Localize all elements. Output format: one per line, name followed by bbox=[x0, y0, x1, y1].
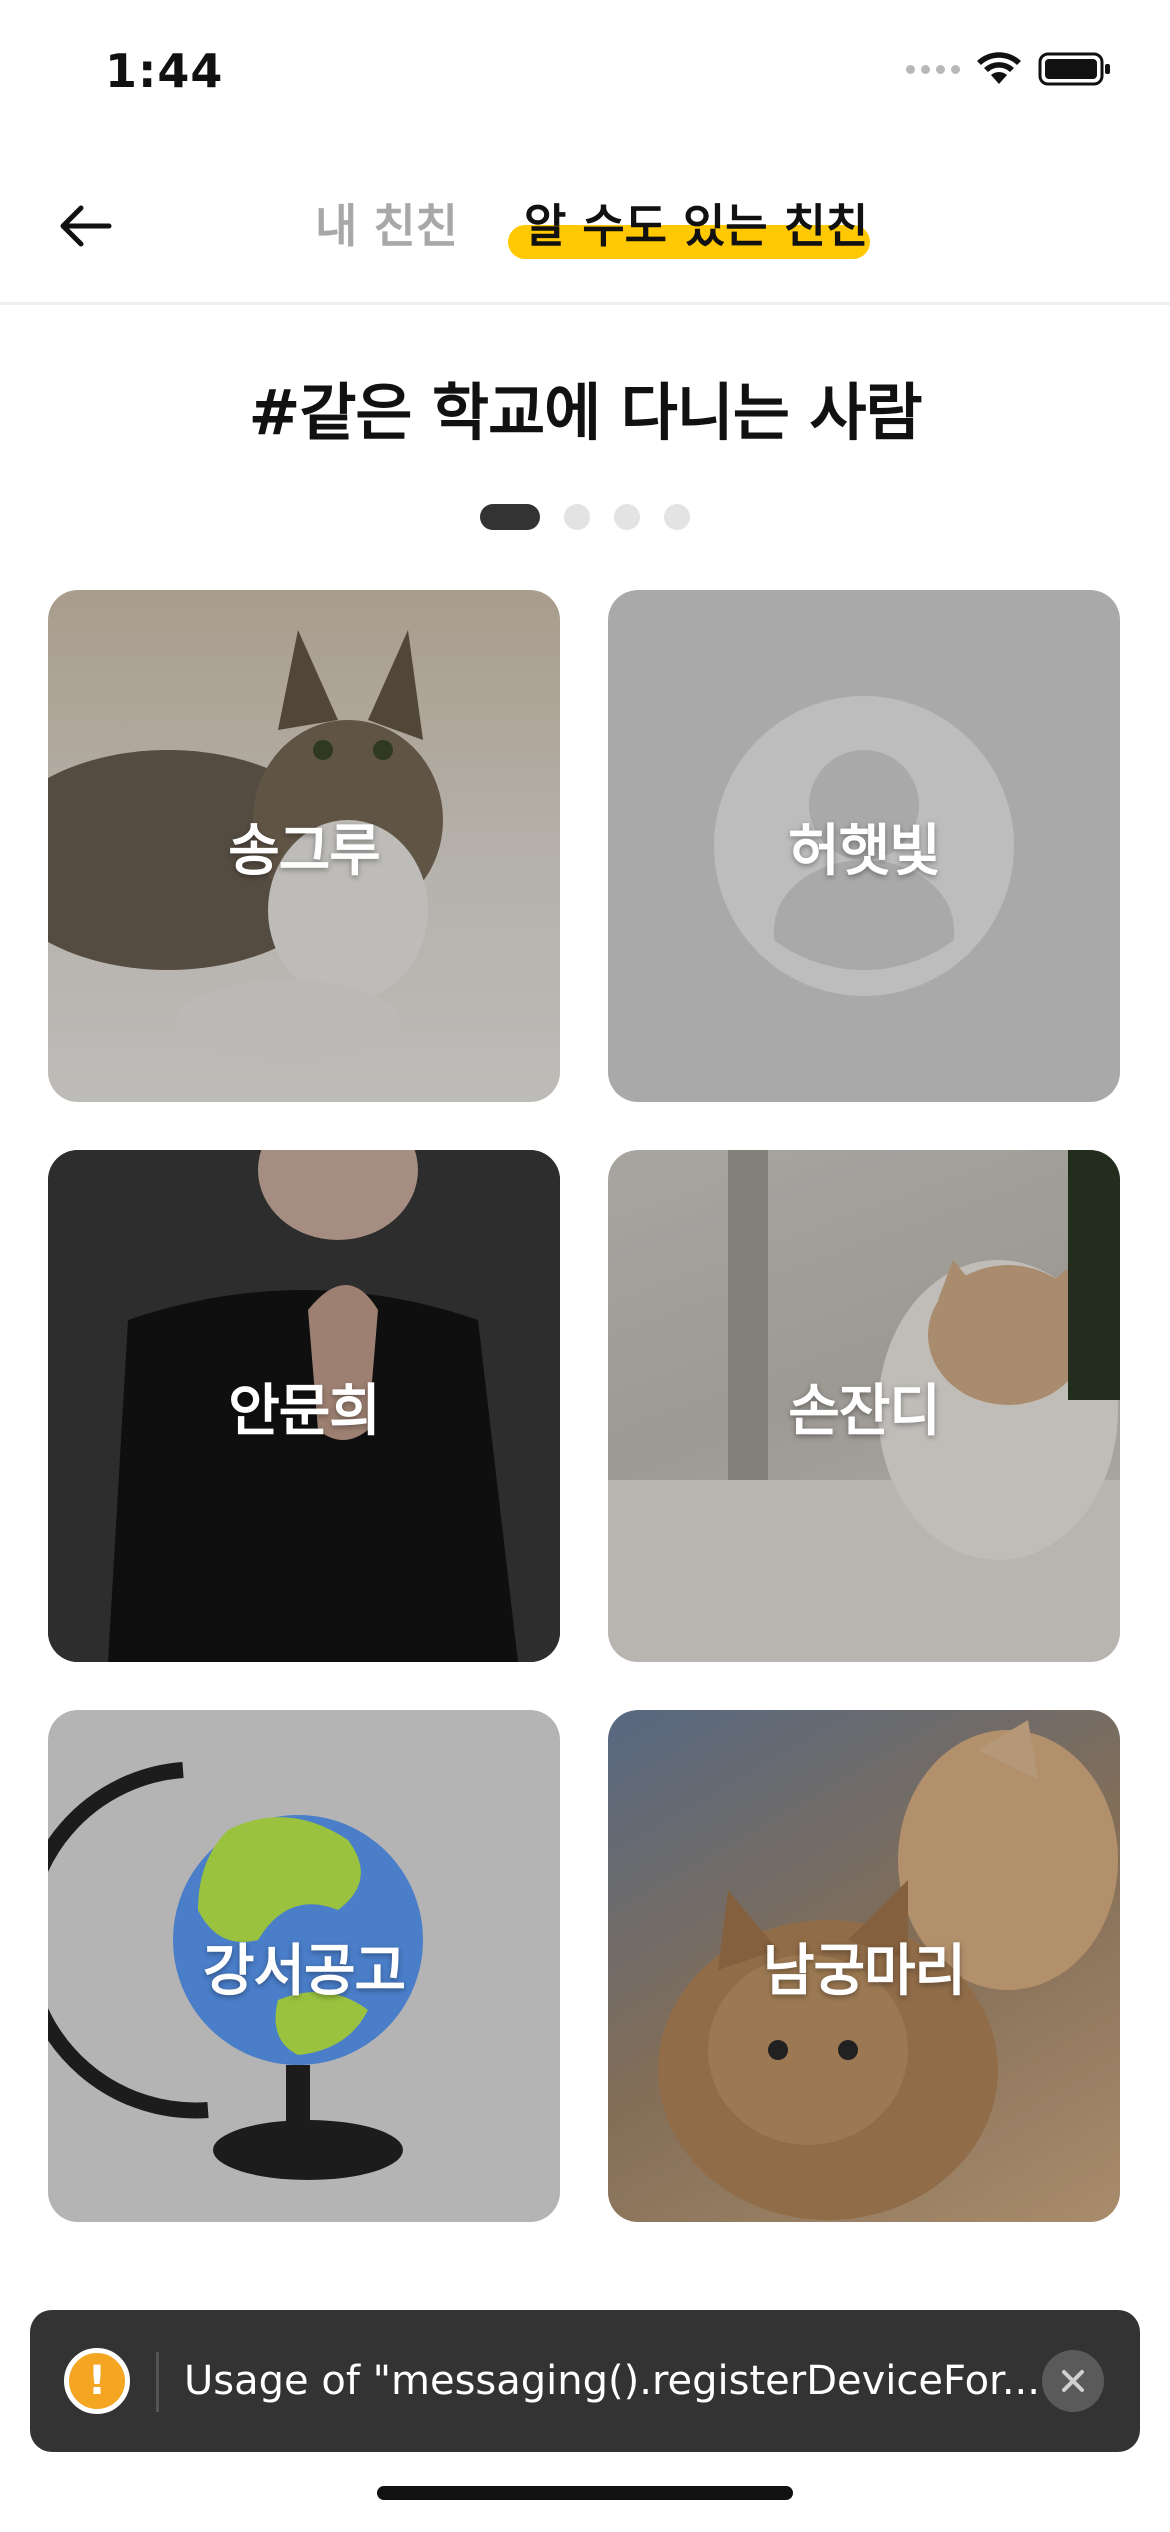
friend-card[interactable]: 허햇빛 bbox=[608, 590, 1120, 1102]
page-dot-2[interactable] bbox=[564, 504, 590, 530]
status-icons bbox=[906, 52, 1112, 86]
cellular-signal-icon bbox=[906, 64, 960, 74]
tab-my-friends[interactable]: 내 친친 bbox=[315, 190, 458, 256]
warning-icon: ! bbox=[64, 2348, 130, 2414]
friend-name: 손잔디 bbox=[788, 1378, 941, 1444]
wifi-icon bbox=[977, 52, 1021, 84]
friend-name: 송그루 bbox=[228, 818, 381, 884]
page-dot-1[interactable] bbox=[480, 504, 540, 530]
tab-suggested-friends[interactable]: 알 수도 있는 친친 bbox=[510, 190, 882, 256]
status-bar: 1:44 bbox=[0, 0, 1170, 150]
friend-card[interactable]: 안문희 bbox=[48, 1150, 560, 1662]
close-icon bbox=[1062, 2370, 1084, 2392]
status-time: 1:44 bbox=[105, 44, 224, 98]
back-button[interactable] bbox=[50, 196, 120, 256]
top-navigation: 내 친친 알 수도 있는 친친 bbox=[0, 150, 1170, 305]
home-indicator[interactable] bbox=[377, 2486, 793, 2500]
friend-card[interactable]: 송그루 bbox=[48, 590, 560, 1102]
page-indicator bbox=[0, 504, 1170, 530]
toast-divider bbox=[156, 2352, 159, 2412]
friend-card-grid: 송그루 허햇빛 안문희 손잔디 강서공고 남궁마리 bbox=[48, 590, 1120, 2222]
arrow-left-icon bbox=[60, 205, 112, 247]
toast-close-button[interactable] bbox=[1042, 2350, 1104, 2412]
page-dot-3[interactable] bbox=[614, 504, 640, 530]
battery-icon bbox=[1038, 52, 1110, 86]
section-title: #같은 학교에 다니는 사람 bbox=[248, 376, 922, 449]
friend-card[interactable]: 손잔디 bbox=[608, 1150, 1120, 1662]
toast-message: Usage of "messaging().registerDeviceFor.… bbox=[184, 2358, 1040, 2404]
friend-card[interactable]: 남궁마리 bbox=[608, 1710, 1120, 2222]
friend-name: 허햇빛 bbox=[788, 818, 941, 884]
friend-name: 강서공고 bbox=[202, 1938, 406, 2004]
friend-card[interactable]: 강서공고 bbox=[48, 1710, 560, 2222]
page-dot-4[interactable] bbox=[664, 504, 690, 530]
friend-name: 안문희 bbox=[228, 1378, 381, 1444]
warning-toast[interactable]: ! Usage of "messaging().registerDeviceFo… bbox=[30, 2310, 1140, 2452]
friend-name: 남궁마리 bbox=[762, 1938, 966, 2004]
